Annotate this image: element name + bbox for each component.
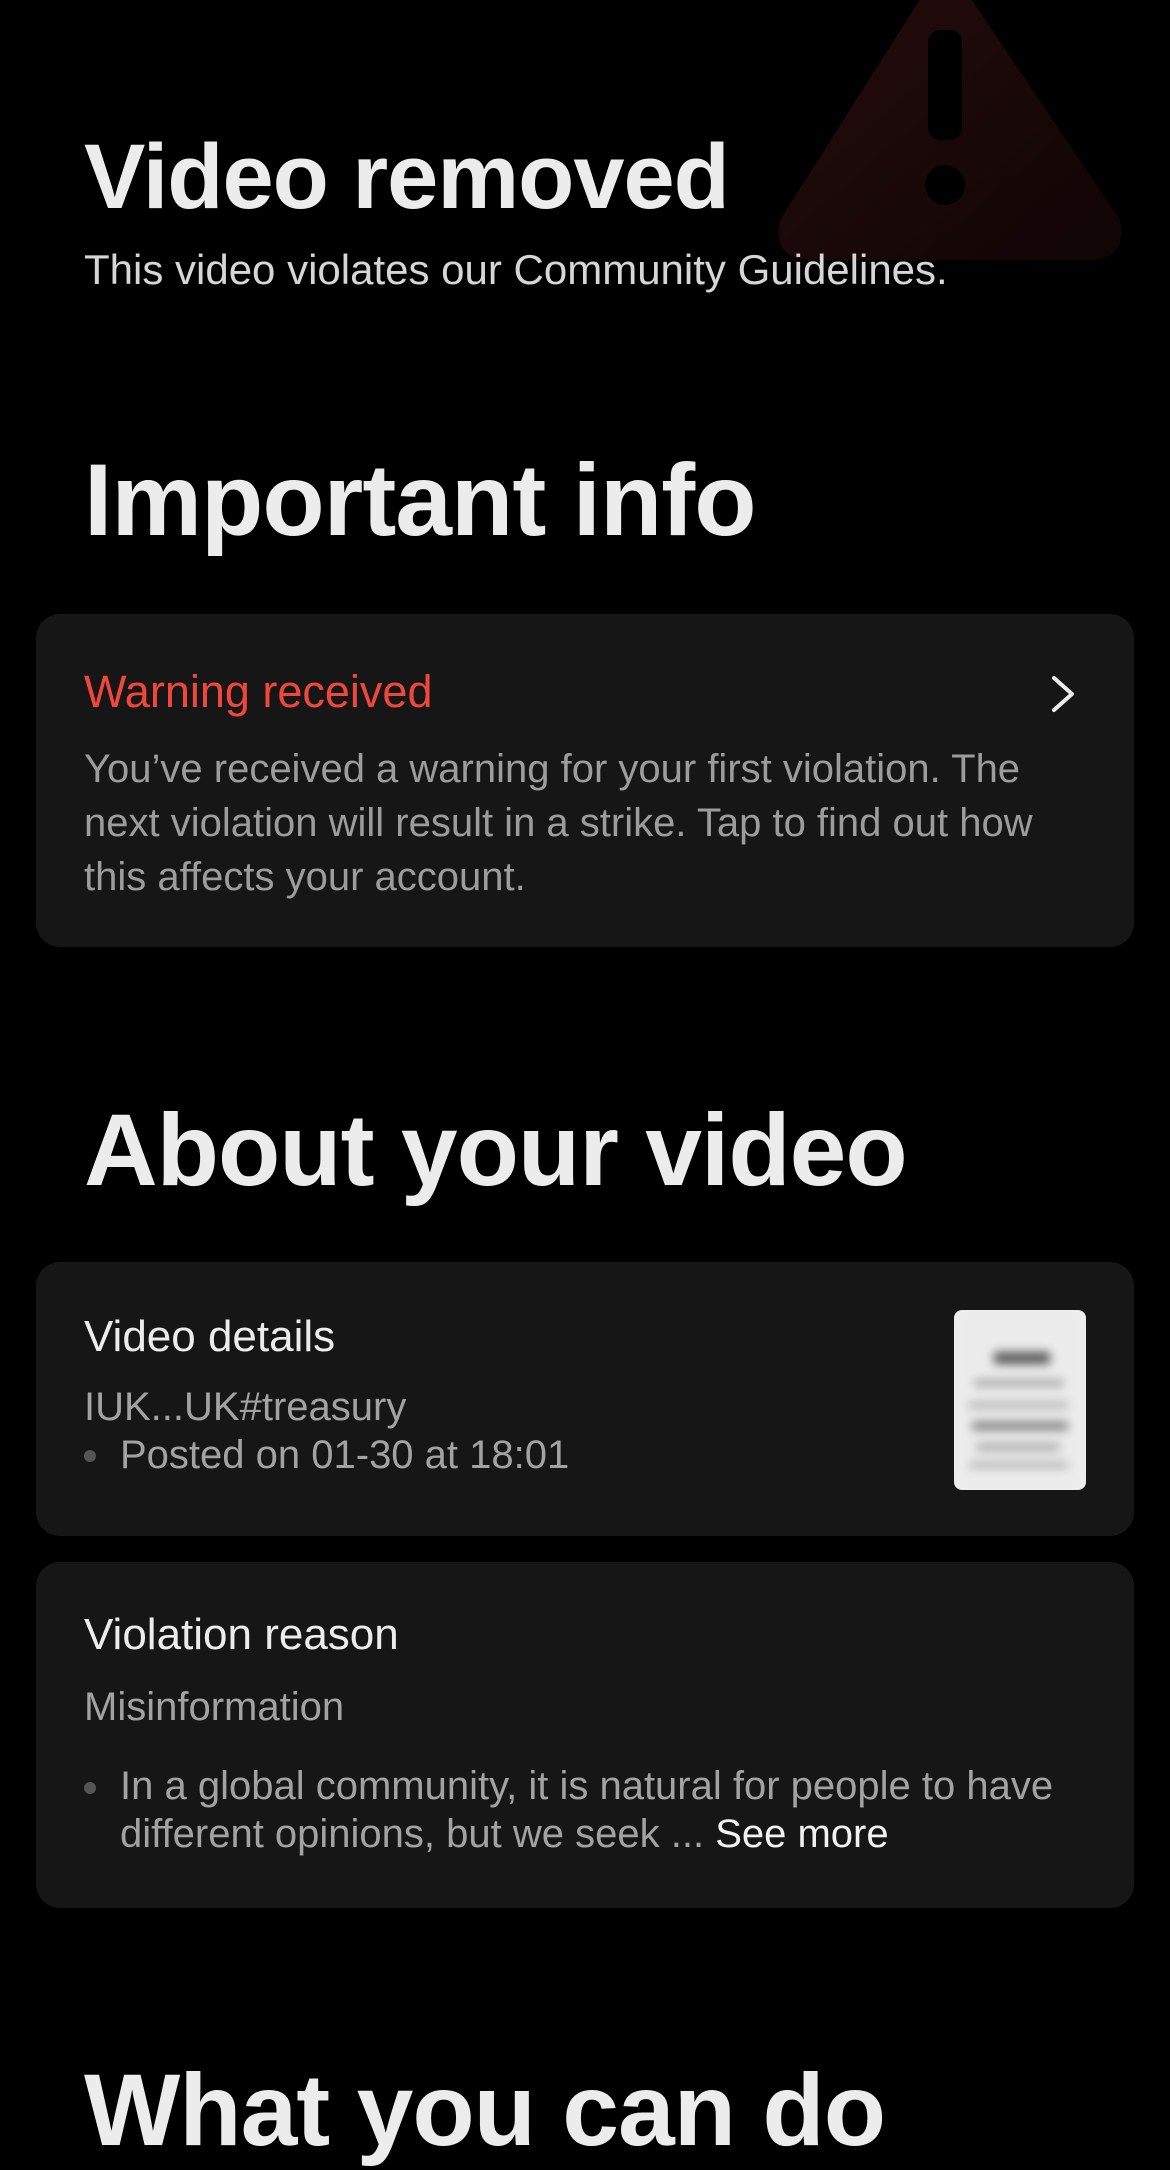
video-details-card: Video details IUK...UK#treasury Posted o…	[36, 1262, 1134, 1536]
violation-reason-title: Violation reason	[84, 1610, 399, 1659]
chevron-right-icon	[1052, 676, 1074, 712]
see-more-link[interactable]: See more	[715, 1812, 888, 1856]
bullet-dot	[84, 1450, 96, 1462]
about-video-heading: About your video	[84, 1093, 908, 1207]
warning-description: You’ve received a warning for your first…	[84, 747, 1033, 899]
posted-date: Posted on 01-30 at 18:01	[84, 1430, 569, 1480]
violation-description: In a global community, it is natural for…	[120, 1762, 1100, 1858]
violation-description-text: In a global community, it is natural for…	[120, 1764, 1054, 1856]
page-subtitle: This video violates our Community Guidel…	[84, 246, 948, 293]
page-title: Video removed	[84, 126, 730, 228]
what-you-can-do-heading: What you can do	[84, 2053, 886, 2167]
violation-reason-card: Violation reason Misinformation In a glo…	[36, 1562, 1134, 1908]
posted-date-text: Posted on 01-30 at 18:01	[120, 1433, 570, 1477]
video-details-title: Video details	[84, 1312, 336, 1361]
important-info-heading: Important info	[84, 443, 757, 557]
warning-card[interactable]: Warning received You’ve received a warni…	[36, 614, 1134, 947]
video-caption: IUK...UK#treasury	[84, 1385, 407, 1429]
warning-title: Warning received	[84, 666, 433, 717]
violation-category: Misinformation	[84, 1685, 345, 1729]
bullet-dot	[84, 1782, 96, 1794]
video-thumbnail[interactable]	[954, 1310, 1086, 1490]
back-chevron-icon[interactable]	[40, 0, 90, 10]
